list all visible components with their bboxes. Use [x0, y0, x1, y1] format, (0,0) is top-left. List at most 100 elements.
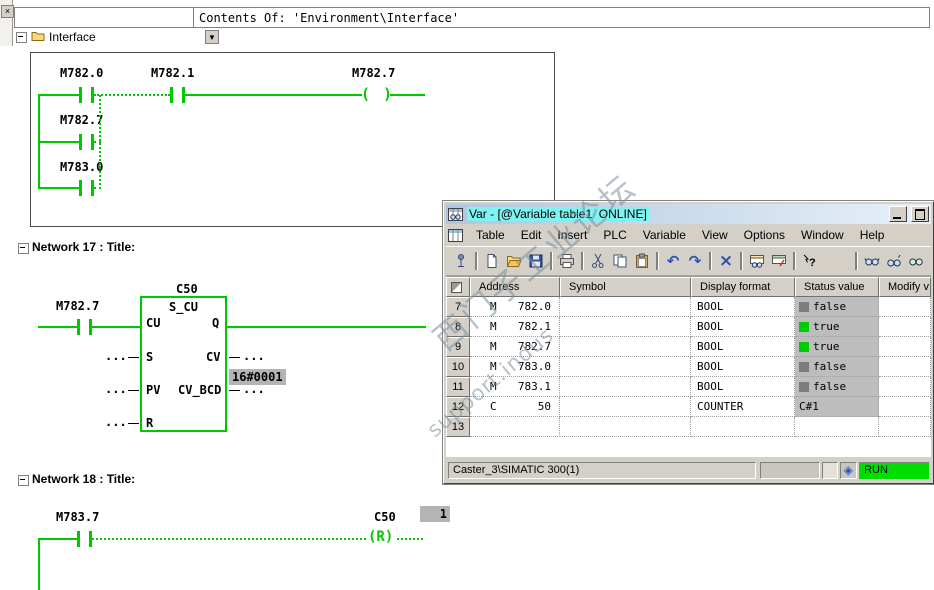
new-icon[interactable] [481, 250, 503, 272]
modify-value-cell[interactable] [879, 297, 931, 317]
row-number[interactable]: 9 [446, 337, 470, 357]
contact-M782.7-n17[interactable] [77, 319, 92, 335]
tree-expand-icon[interactable] [16, 32, 27, 43]
address-cell[interactable] [470, 417, 560, 437]
symbol-cell[interactable] [560, 337, 691, 357]
table-corner-header[interactable] [446, 277, 470, 297]
symbol-cell[interactable] [560, 357, 691, 377]
contact-label: M783.0 [60, 160, 104, 174]
paste-icon[interactable] [631, 250, 653, 272]
menu-plc[interactable]: PLC [596, 226, 633, 244]
format-cell[interactable]: COUNTER [691, 397, 795, 417]
address-cell[interactable]: M 782.7 [470, 337, 560, 357]
operand-placeholder[interactable]: ... [243, 349, 265, 363]
wire-dotted [397, 538, 423, 540]
column-header-display-format[interactable]: Display format [691, 277, 795, 297]
collapse-network-icon[interactable] [18, 243, 29, 254]
row-number[interactable]: 7 [446, 297, 470, 317]
titlebar[interactable]: Var - [@Variable table1 ONLINE] [446, 204, 931, 224]
menu-help[interactable]: Help [853, 226, 892, 244]
address-cell[interactable]: C 50 [470, 397, 560, 417]
column-header-symbol[interactable]: Symbol [560, 277, 691, 297]
menu-window[interactable]: Window [794, 226, 851, 244]
row-number[interactable]: 10 [446, 357, 470, 377]
contact-M783.0[interactable] [79, 180, 94, 196]
contact-M782.0[interactable] [79, 87, 94, 103]
modify-value-cell[interactable] [879, 397, 931, 417]
menu-table[interactable]: Table [469, 226, 512, 244]
contact-M782.1[interactable] [170, 87, 185, 103]
row-number[interactable]: 8 [446, 317, 470, 337]
contact-M783.7[interactable] [77, 531, 92, 547]
pin-icon[interactable] [450, 250, 472, 272]
operand-placeholder[interactable]: ... [105, 349, 127, 363]
redo-icon[interactable]: ↷ [684, 250, 706, 272]
address-cell[interactable]: M 782.1 [470, 317, 560, 337]
cut-icon[interactable] [587, 250, 609, 272]
operand-placeholder[interactable]: ... [105, 382, 127, 396]
collapse-network-icon[interactable] [18, 475, 29, 486]
modify-value-cell[interactable] [879, 417, 931, 437]
menu-bar: Table Edit Insert PLC Variable View Opti… [446, 224, 931, 246]
row-number[interactable]: 11 [446, 377, 470, 397]
row-number[interactable]: 13 [446, 417, 470, 437]
minimize-button[interactable] [889, 206, 907, 222]
symbol-cell[interactable] [560, 377, 691, 397]
operand-placeholder[interactable]: ... [105, 415, 127, 429]
open-icon[interactable] [503, 250, 525, 272]
column-header-modify-value[interactable]: Modify v [879, 277, 931, 297]
copy-icon[interactable] [609, 250, 631, 272]
network-title[interactable]: Network 17 : Title: [32, 240, 135, 254]
menu-options[interactable]: Options [737, 226, 792, 244]
contact-label: M783.7 [56, 510, 100, 524]
contents-header-label: Contents Of: 'Environment\Interface' [199, 10, 460, 25]
print-icon[interactable] [556, 250, 578, 272]
modify-value-cell[interactable] [879, 357, 931, 377]
column-header-address[interactable]: Address [470, 277, 560, 297]
menu-variable[interactable]: Variable [636, 226, 693, 244]
interface-tree-item[interactable]: Interface [16, 30, 96, 46]
modify-value-cell[interactable] [879, 317, 931, 337]
symbol-cell[interactable] [560, 417, 691, 437]
monitor-trigger-icon[interactable] [883, 250, 905, 272]
branch-wire [38, 538, 40, 590]
modify-value-cell[interactable] [879, 377, 931, 397]
status-value-cell [795, 417, 879, 437]
menu-edit[interactable]: Edit [514, 226, 549, 244]
help-icon[interactable]: ? [799, 250, 821, 272]
detail-pane-header: Contents Of: 'Environment\Interface' [14, 7, 930, 28]
symbol-cell[interactable] [560, 297, 691, 317]
format-cell[interactable]: BOOL [691, 357, 795, 377]
symbol-cell[interactable] [560, 397, 691, 417]
close-pane-button[interactable]: × [1, 5, 14, 18]
symbol-cell[interactable] [560, 317, 691, 337]
modify-variables-icon[interactable] [905, 250, 927, 272]
network-title[interactable]: Network 18 : Title: [32, 472, 135, 486]
address-cell[interactable]: M 783.0 [470, 357, 560, 377]
wire [227, 326, 426, 328]
menu-view[interactable]: View [695, 226, 735, 244]
format-cell[interactable]: BOOL [691, 317, 795, 337]
monitor-variables-icon[interactable] [861, 250, 883, 272]
operand-placeholder[interactable]: ... [243, 382, 265, 396]
modify-table-icon[interactable] [768, 250, 790, 272]
undo-icon[interactable]: ↶ [662, 250, 684, 272]
contact-M782.7-branch[interactable] [79, 134, 94, 150]
reset-coil[interactable]: (R) [368, 529, 393, 545]
maximize-button[interactable] [911, 206, 929, 222]
modify-value-cell[interactable] [879, 337, 931, 357]
format-cell[interactable]: BOOL [691, 297, 795, 317]
var-table-menu-icon [448, 228, 463, 242]
delete-row-icon[interactable]: × [715, 250, 737, 272]
save-icon[interactable] [525, 250, 547, 272]
column-dropdown-button[interactable]: ▼ [205, 30, 219, 44]
address-cell[interactable]: M 783.1 [470, 377, 560, 397]
row-number[interactable]: 12 [446, 397, 470, 417]
format-cell[interactable]: BOOL [691, 337, 795, 357]
monitor-table-icon[interactable] [746, 250, 768, 272]
format-cell[interactable]: BOOL [691, 377, 795, 397]
format-cell[interactable] [691, 417, 795, 437]
address-cell[interactable]: M 782.0 [470, 297, 560, 317]
column-header-status-value[interactable]: Status value [795, 277, 879, 297]
menu-insert[interactable]: Insert [550, 226, 594, 244]
